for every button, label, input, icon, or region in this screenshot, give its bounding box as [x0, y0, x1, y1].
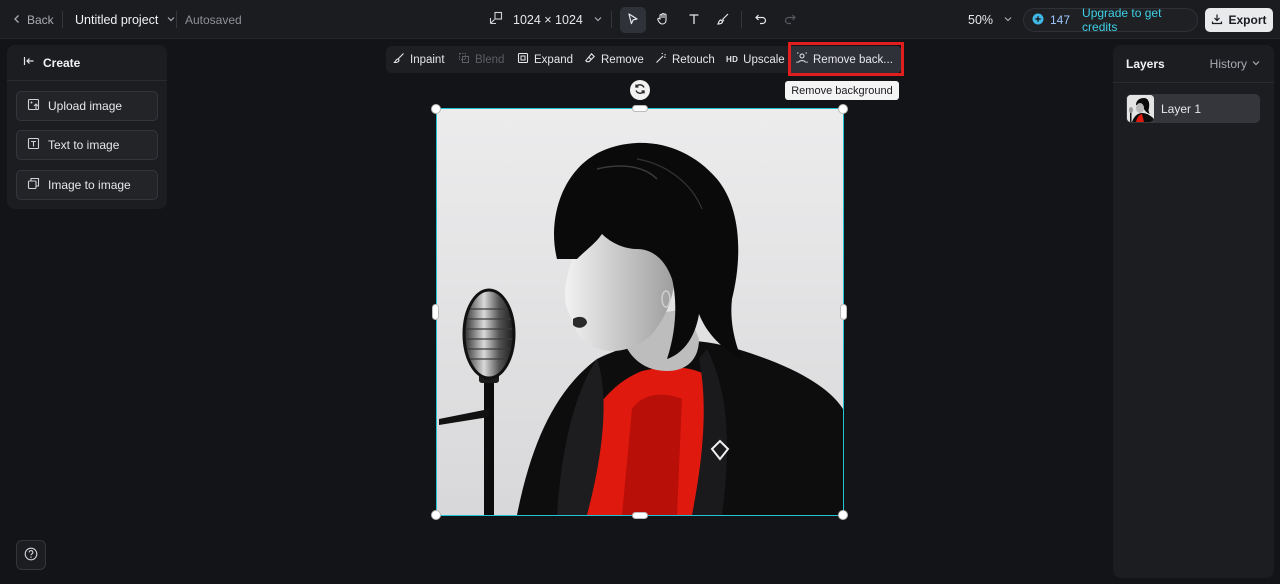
inpaint-button[interactable]: Inpaint [393, 46, 445, 73]
blend-button[interactable]: Blend [458, 46, 504, 73]
chevron-down-icon [1003, 13, 1013, 27]
eraser-icon [584, 52, 596, 67]
resize-handle-bottom-right[interactable] [838, 510, 848, 520]
image-to-image-icon [27, 177, 40, 193]
download-icon [1211, 13, 1223, 28]
text-to-image-icon [27, 137, 40, 153]
upscale-button[interactable]: HD Upscale [726, 46, 785, 73]
resize-handle-right[interactable] [840, 304, 847, 320]
project-name: Untitled project [75, 12, 159, 27]
autosaved-status: Autosaved [185, 12, 242, 27]
canvas-image[interactable] [437, 109, 843, 515]
upload-image-button[interactable]: Upload image [16, 91, 158, 121]
resize-handle-left[interactable] [432, 304, 439, 320]
chevron-left-icon [12, 13, 22, 27]
divider [176, 11, 177, 28]
create-panel-title: Create [43, 55, 81, 70]
history-dropdown[interactable]: History [1210, 57, 1261, 71]
undo-button[interactable] [748, 7, 774, 33]
create-panel-header[interactable]: Create [7, 45, 167, 81]
text-tool-button[interactable] [681, 7, 707, 33]
image-edit-toolbar: Inpaint Blend Expand Remove Retouch HD U… [386, 46, 901, 73]
expand-label: Expand [534, 53, 574, 66]
zoom-level: 50% [968, 12, 994, 27]
back-label: Back [27, 12, 54, 27]
back-button[interactable]: Back [12, 0, 54, 39]
divider [62, 11, 63, 28]
resize-icon [489, 11, 503, 28]
tooltip: Remove background [785, 81, 899, 100]
layer-thumbnail [1127, 95, 1154, 122]
redo-icon [783, 12, 797, 29]
remove-background-icon [796, 52, 808, 67]
text-icon [687, 12, 701, 29]
canvas-size: 1024 × 1024 [513, 12, 583, 27]
brush-tool-button[interactable] [710, 7, 736, 33]
credits-pill[interactable]: 147 Upgrade to get credits [1023, 6, 1198, 34]
history-label: History [1209, 56, 1247, 71]
layers-tab[interactable]: Layers [1126, 57, 1165, 71]
divider [611, 11, 612, 28]
retouch-icon [655, 52, 667, 67]
resize-handle-bottom[interactable] [632, 512, 648, 519]
layer-item[interactable]: Layer 1 [1126, 94, 1260, 123]
expand-icon [517, 52, 529, 67]
remove-button[interactable]: Remove [584, 46, 644, 73]
chevron-down-icon [593, 13, 603, 27]
resize-handle-top[interactable] [632, 105, 648, 112]
help-button[interactable] [16, 540, 46, 570]
credit-plus-icon [1032, 13, 1044, 28]
collapse-left-icon [23, 55, 35, 70]
select-tool-button[interactable] [620, 7, 646, 33]
blend-label: Blend [475, 53, 505, 66]
canvas-size-dropdown[interactable]: 1024 × 1024 [489, 0, 603, 39]
image-to-image-button[interactable]: Image to image [16, 170, 158, 200]
create-panel: Create Upload image Text to image Image … [7, 45, 167, 209]
resize-handle-top-right[interactable] [838, 104, 848, 114]
project-name-dropdown[interactable]: Untitled project [75, 0, 176, 39]
top-bar: Back Untitled project Autosaved 1024 × 1… [0, 0, 1280, 39]
inpaint-label: Inpaint [410, 53, 445, 66]
blend-icon [458, 52, 470, 67]
upload-image-label: Upload image [48, 99, 123, 113]
credits-count: 147 [1050, 13, 1071, 27]
undo-icon [754, 12, 768, 29]
rotate-handle[interactable] [630, 80, 650, 100]
chevron-down-icon [1251, 57, 1261, 71]
divider [741, 11, 742, 28]
text-to-image-label: Text to image [48, 138, 120, 152]
brush-icon [716, 12, 730, 29]
text-to-image-button[interactable]: Text to image [16, 130, 158, 160]
hand-tool-button[interactable] [650, 7, 676, 33]
expand-button[interactable]: Expand [517, 46, 573, 73]
rotate-icon [633, 82, 647, 99]
question-icon [24, 547, 38, 564]
layers-panel-header: Layers History [1113, 45, 1274, 83]
retouch-button[interactable]: Retouch [655, 46, 715, 73]
resize-handle-top-left[interactable] [431, 104, 441, 114]
zoom-dropdown[interactable]: 50% [968, 0, 1013, 39]
export-button[interactable]: Export [1205, 8, 1273, 32]
upgrade-link[interactable]: Upgrade to get credits [1082, 6, 1197, 34]
chevron-down-icon [166, 13, 176, 27]
layers-panel: Layers History Layer 1 [1113, 45, 1274, 578]
cursor-arrow-icon [626, 12, 640, 29]
layer-name: Layer 1 [1161, 101, 1202, 116]
hand-icon [656, 12, 670, 29]
image-to-image-label: Image to image [48, 178, 131, 192]
singer-photo [437, 109, 843, 515]
remove-label: Remove [601, 53, 644, 66]
export-label: Export [1228, 13, 1267, 27]
inpaint-icon [393, 52, 405, 67]
resize-handle-bottom-left[interactable] [431, 510, 441, 520]
remove-background-button[interactable]: Remove back... [788, 46, 901, 73]
redo-button[interactable] [777, 7, 803, 33]
upscale-label: Upscale [743, 53, 785, 66]
remove-background-label: Remove back... [813, 53, 893, 66]
hd-icon: HD [726, 55, 739, 64]
upload-image-icon [27, 98, 40, 114]
retouch-label: Retouch [672, 53, 715, 66]
